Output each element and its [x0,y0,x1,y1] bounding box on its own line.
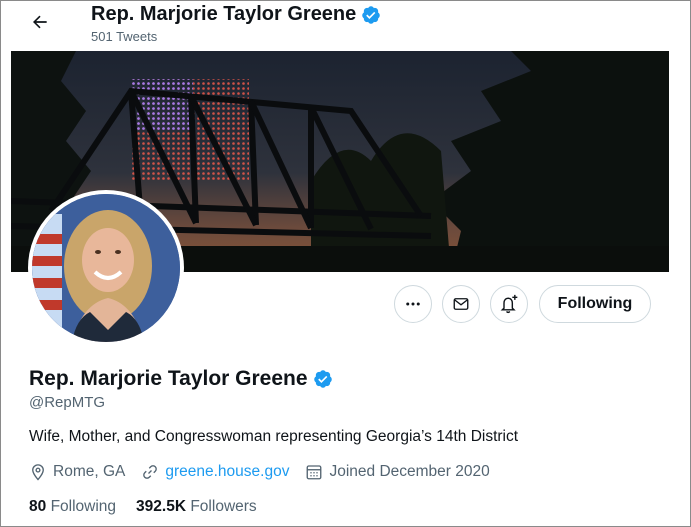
notifications-button[interactable] [490,285,528,323]
tweet-count: 501 Tweets [91,29,158,44]
mail-icon [453,298,469,310]
location-pin-icon [32,464,44,481]
more-horizontal-icon [406,302,420,306]
profile-bio: Wife, Mother, and Congresswoman represen… [29,428,519,445]
join-date-text: Joined December 2020 [329,463,490,480]
back-button[interactable] [25,7,55,37]
location: Rome, GA [29,463,125,481]
followers-stat[interactable]: 392.5K Followers [136,498,257,516]
profile-photo [32,194,180,342]
header-name: Rep. Marjorie Taylor Greene [91,3,357,25]
link-icon [143,465,158,479]
avatar[interactable] [28,190,184,346]
profile-stats: 80 Following 392.5K Followers [29,498,277,516]
location-text: Rome, GA [53,463,126,480]
profile-meta: Rome, GA greene.house.gov Joined Decembe… [29,463,506,481]
verified-badge-icon [313,370,332,388]
bell-plus-icon [500,294,518,314]
following-button[interactable]: Following [539,285,651,323]
arrow-left-icon [33,15,47,29]
profile-header: Rep. Marjorie Taylor Greene 501 Tweets [1,1,690,49]
message-button[interactable] [442,285,480,323]
following-count: 80 [29,498,47,515]
followers-label: Followers [190,498,257,515]
following-label: Following [50,498,117,515]
more-button[interactable] [394,285,432,323]
profile-page: Rep. Marjorie Taylor Greene 501 Tweets F… [0,0,691,527]
profile-handle: @RepMTG [29,394,106,411]
verified-badge-icon [362,5,381,24]
profile-name: Rep. Marjorie Taylor Greene [29,367,333,391]
join-date: Joined December 2020 [305,463,490,481]
calendar-icon [307,465,322,480]
website: greene.house.gov [141,463,289,481]
header-title: Rep. Marjorie Taylor Greene [91,3,381,26]
display-name: Rep. Marjorie Taylor Greene [29,367,308,390]
followers-count: 392.5K [136,498,187,515]
website-link[interactable]: greene.house.gov [165,463,289,481]
following-stat[interactable]: 80 Following [29,498,116,516]
